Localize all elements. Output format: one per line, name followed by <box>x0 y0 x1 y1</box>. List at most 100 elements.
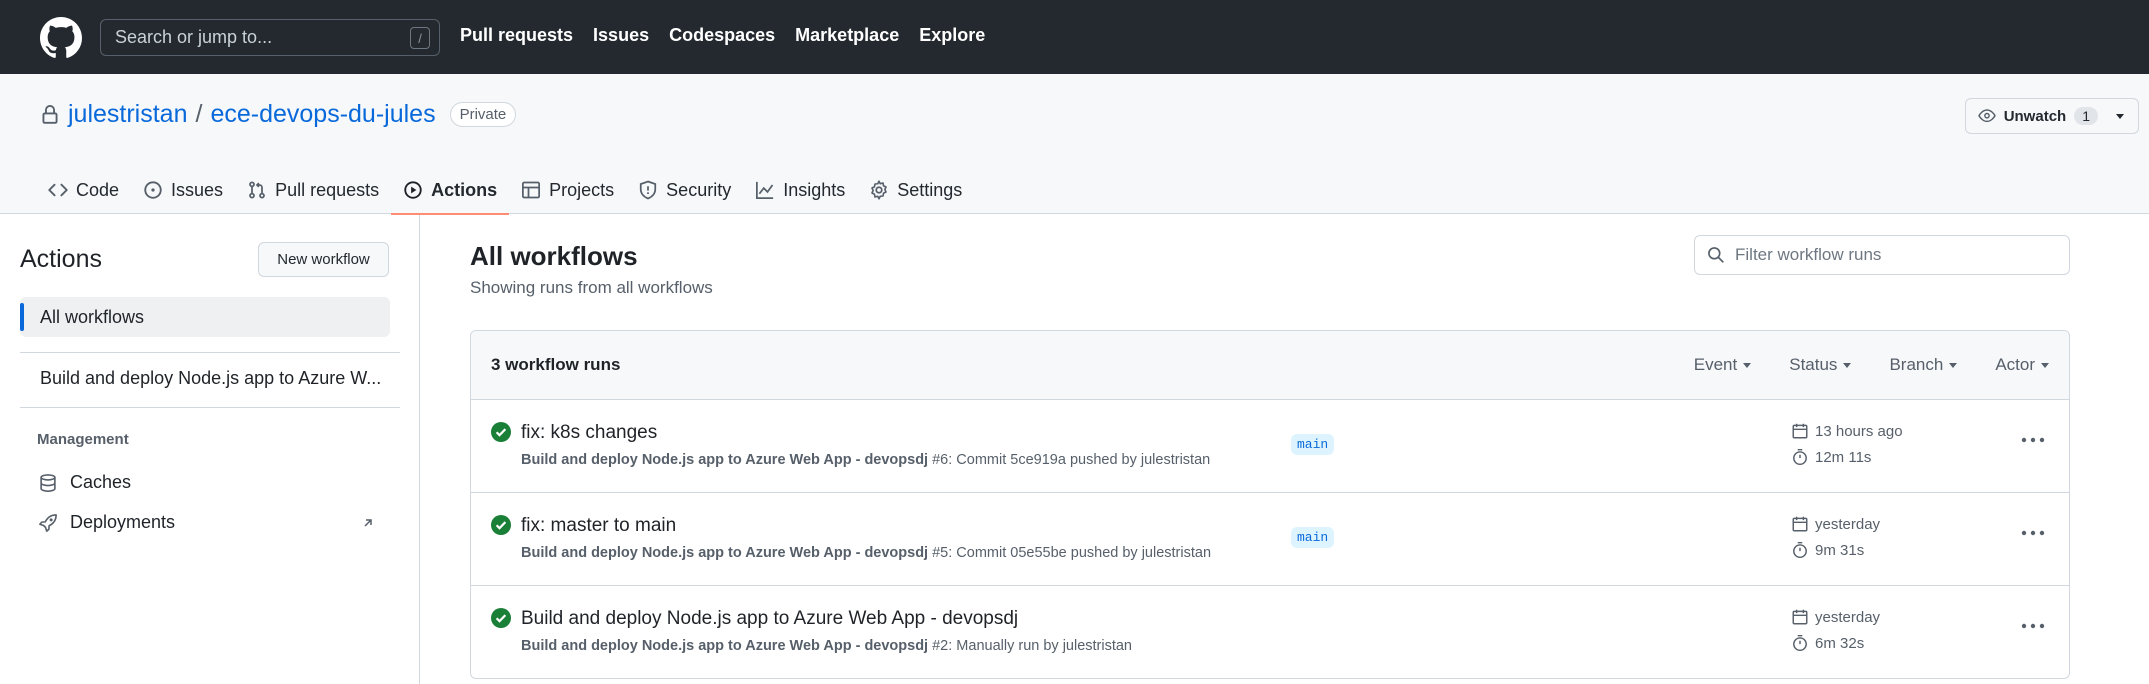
caret-down-icon <box>1843 362 1852 368</box>
unwatch-button[interactable]: Unwatch 1 <box>1964 98 2139 134</box>
check-circle-fill-icon <box>491 422 511 442</box>
workflow-run-meta: Build and deploy Node.js app to Azure We… <box>521 638 1132 654</box>
run-timestamp: yesterday <box>1791 608 1880 626</box>
management-heading: Management <box>37 431 129 448</box>
shield-icon <box>640 180 657 200</box>
actions-sidebar: Actions New workflow All workflows Build… <box>0 215 420 684</box>
search-icon <box>1708 247 1724 263</box>
run-timestamp: 13 hours ago <box>1791 422 1903 440</box>
tab-insights[interactable]: Insights <box>743 166 857 214</box>
tab-actions-label: Actions <box>431 179 498 200</box>
repo-tabs: Code Issues Pull requests Actions Projec… <box>40 166 974 215</box>
calendar-icon <box>1792 609 1808 625</box>
tab-issues-label: Issues <box>171 179 224 200</box>
workflow-run-meta: Build and deploy Node.js app to Azure We… <box>521 545 1211 561</box>
kebab-horizontal-icon[interactable] <box>2021 434 2045 446</box>
actor-filter-dropdown[interactable]: Actor <box>1995 355 2049 375</box>
page-title: All workflows <box>470 241 638 271</box>
tab-projects[interactable]: Projects <box>509 166 626 214</box>
gear-icon <box>871 180 888 200</box>
global-nav: Pull requests Issues Codespaces Marketpl… <box>460 25 985 46</box>
database-icon <box>40 473 56 492</box>
tab-code-label: Code <box>76 179 120 200</box>
run-duration-text: 12m 11s <box>1815 448 1872 466</box>
watch-count-badge: 1 <box>2074 107 2098 125</box>
code-icon <box>48 183 68 197</box>
stopwatch-icon <box>1793 541 1807 559</box>
calendar-icon <box>1792 423 1808 439</box>
sidebar-item-deployments[interactable]: Deployments <box>38 512 175 533</box>
play-icon <box>404 181 422 199</box>
workflow-run-title[interactable]: fix: master to main <box>521 515 676 537</box>
lock-icon <box>42 104 58 124</box>
table-icon <box>522 181 541 199</box>
nav-codespaces[interactable]: Codespaces <box>669 25 775 46</box>
sidebar-item-all-workflows[interactable]: All workflows <box>20 297 390 337</box>
repo-owner-link[interactable]: julestristan <box>68 100 188 129</box>
sidebar-item-label: All workflows <box>40 306 145 327</box>
new-workflow-button[interactable]: New workflow <box>258 242 389 277</box>
nav-pull-requests[interactable]: Pull requests <box>460 25 573 46</box>
calendar-icon <box>1792 516 1808 532</box>
branch-label[interactable]: main <box>1291 527 1335 548</box>
run-timestamp-text: yesterday <box>1815 515 1881 533</box>
branch-filter-dropdown[interactable]: Branch <box>1889 355 1958 375</box>
caret-down-icon <box>1743 362 1752 368</box>
kebab-horizontal-icon[interactable] <box>2021 527 2045 539</box>
repo-path-separator: / <box>195 100 203 128</box>
nav-marketplace[interactable]: Marketplace <box>795 25 899 46</box>
unwatch-label: Unwatch <box>2003 107 2067 125</box>
workflow-run-row[interactable]: Build and deploy Node.js app to Azure We… <box>471 586 2069 678</box>
nav-explore[interactable]: Explore <box>919 25 985 46</box>
workflow-run-row[interactable]: fix: master to main Build and deploy Nod… <box>471 493 2069 586</box>
tab-settings[interactable]: Settings <box>857 166 974 214</box>
workflow-run-title[interactable]: fix: k8s changes <box>521 422 657 444</box>
status-filter-label: Status <box>1789 355 1838 374</box>
sidebar-item-label: Build and deploy Node.js app to Azure W.… <box>40 367 382 388</box>
tab-security-label: Security <box>666 179 732 200</box>
github-logo-icon[interactable] <box>40 17 82 59</box>
global-search-input[interactable]: Search or jump to... / <box>100 19 440 56</box>
run-timestamp-text: yesterday <box>1815 608 1881 626</box>
tab-projects-label: Projects <box>549 179 615 200</box>
sidebar-divider <box>20 352 400 353</box>
tab-pull-requests[interactable]: Pull requests <box>235 166 391 214</box>
filter-workflow-runs-field[interactable] <box>1694 235 2070 275</box>
global-header: Search or jump to... / Pull requests Iss… <box>0 0 2149 74</box>
run-timestamp: yesterday <box>1791 515 1880 533</box>
nav-issues[interactable]: Issues <box>593 25 649 46</box>
search-shortcut-key: / <box>410 27 430 49</box>
workflow-name: Build and deploy Node.js app to Azure We… <box>521 638 929 654</box>
tab-code[interactable]: Code <box>40 166 131 214</box>
workflow-run-row[interactable]: fix: k8s changes Build and deploy Node.j… <box>471 400 2069 493</box>
tab-issues[interactable]: Issues <box>131 166 235 214</box>
event-filter-dropdown[interactable]: Event <box>1694 355 1752 375</box>
sidebar-item-workflow[interactable]: Build and deploy Node.js app to Azure W.… <box>20 358 390 398</box>
tab-insights-label: Insights <box>783 179 846 200</box>
sidebar-divider <box>20 407 400 408</box>
sidebar-title: Actions <box>20 245 102 273</box>
workflow-runs-header: 3 workflow runs Event Status Branch Acto… <box>471 331 2069 400</box>
workflow-run-detail: #5: Commit 05e55be pushed by julestrista… <box>928 545 1212 561</box>
repo-name-link[interactable]: ece-devops-du-jules <box>210 100 435 129</box>
workflow-runs-list: 3 workflow runs Event Status Branch Acto… <box>470 330 2070 679</box>
page-subtitle: Showing runs from all workflows <box>470 278 713 297</box>
workflow-name: Build and deploy Node.js app to Azure We… <box>521 452 929 468</box>
workflow-run-meta: Build and deploy Node.js app to Azure We… <box>521 452 1210 468</box>
workflow-name: Build and deploy Node.js app to Azure We… <box>521 545 929 561</box>
workflow-runs-count: 3 workflow runs <box>491 355 621 374</box>
stopwatch-icon <box>1793 634 1807 652</box>
tab-security[interactable]: Security <box>626 166 743 214</box>
kebab-horizontal-icon[interactable] <box>2021 620 2045 632</box>
stopwatch-icon <box>1793 448 1807 466</box>
repo-title: julestristan / ece-devops-du-jules Priva… <box>40 100 517 129</box>
repo-header: julestristan / ece-devops-du-jules Priva… <box>0 74 2149 215</box>
workflow-run-title[interactable]: Build and deploy Node.js app to Azure We… <box>521 608 1018 630</box>
status-filter-dropdown[interactable]: Status <box>1789 355 1852 375</box>
branch-label[interactable]: main <box>1291 434 1335 455</box>
filter-workflow-runs-input[interactable] <box>1735 245 2055 265</box>
run-duration-text: 6m 32s <box>1815 634 1865 652</box>
sidebar-item-caches[interactable]: Caches <box>38 472 131 493</box>
tab-actions[interactable]: Actions <box>391 166 510 215</box>
run-duration: 9m 31s <box>1791 541 1864 559</box>
